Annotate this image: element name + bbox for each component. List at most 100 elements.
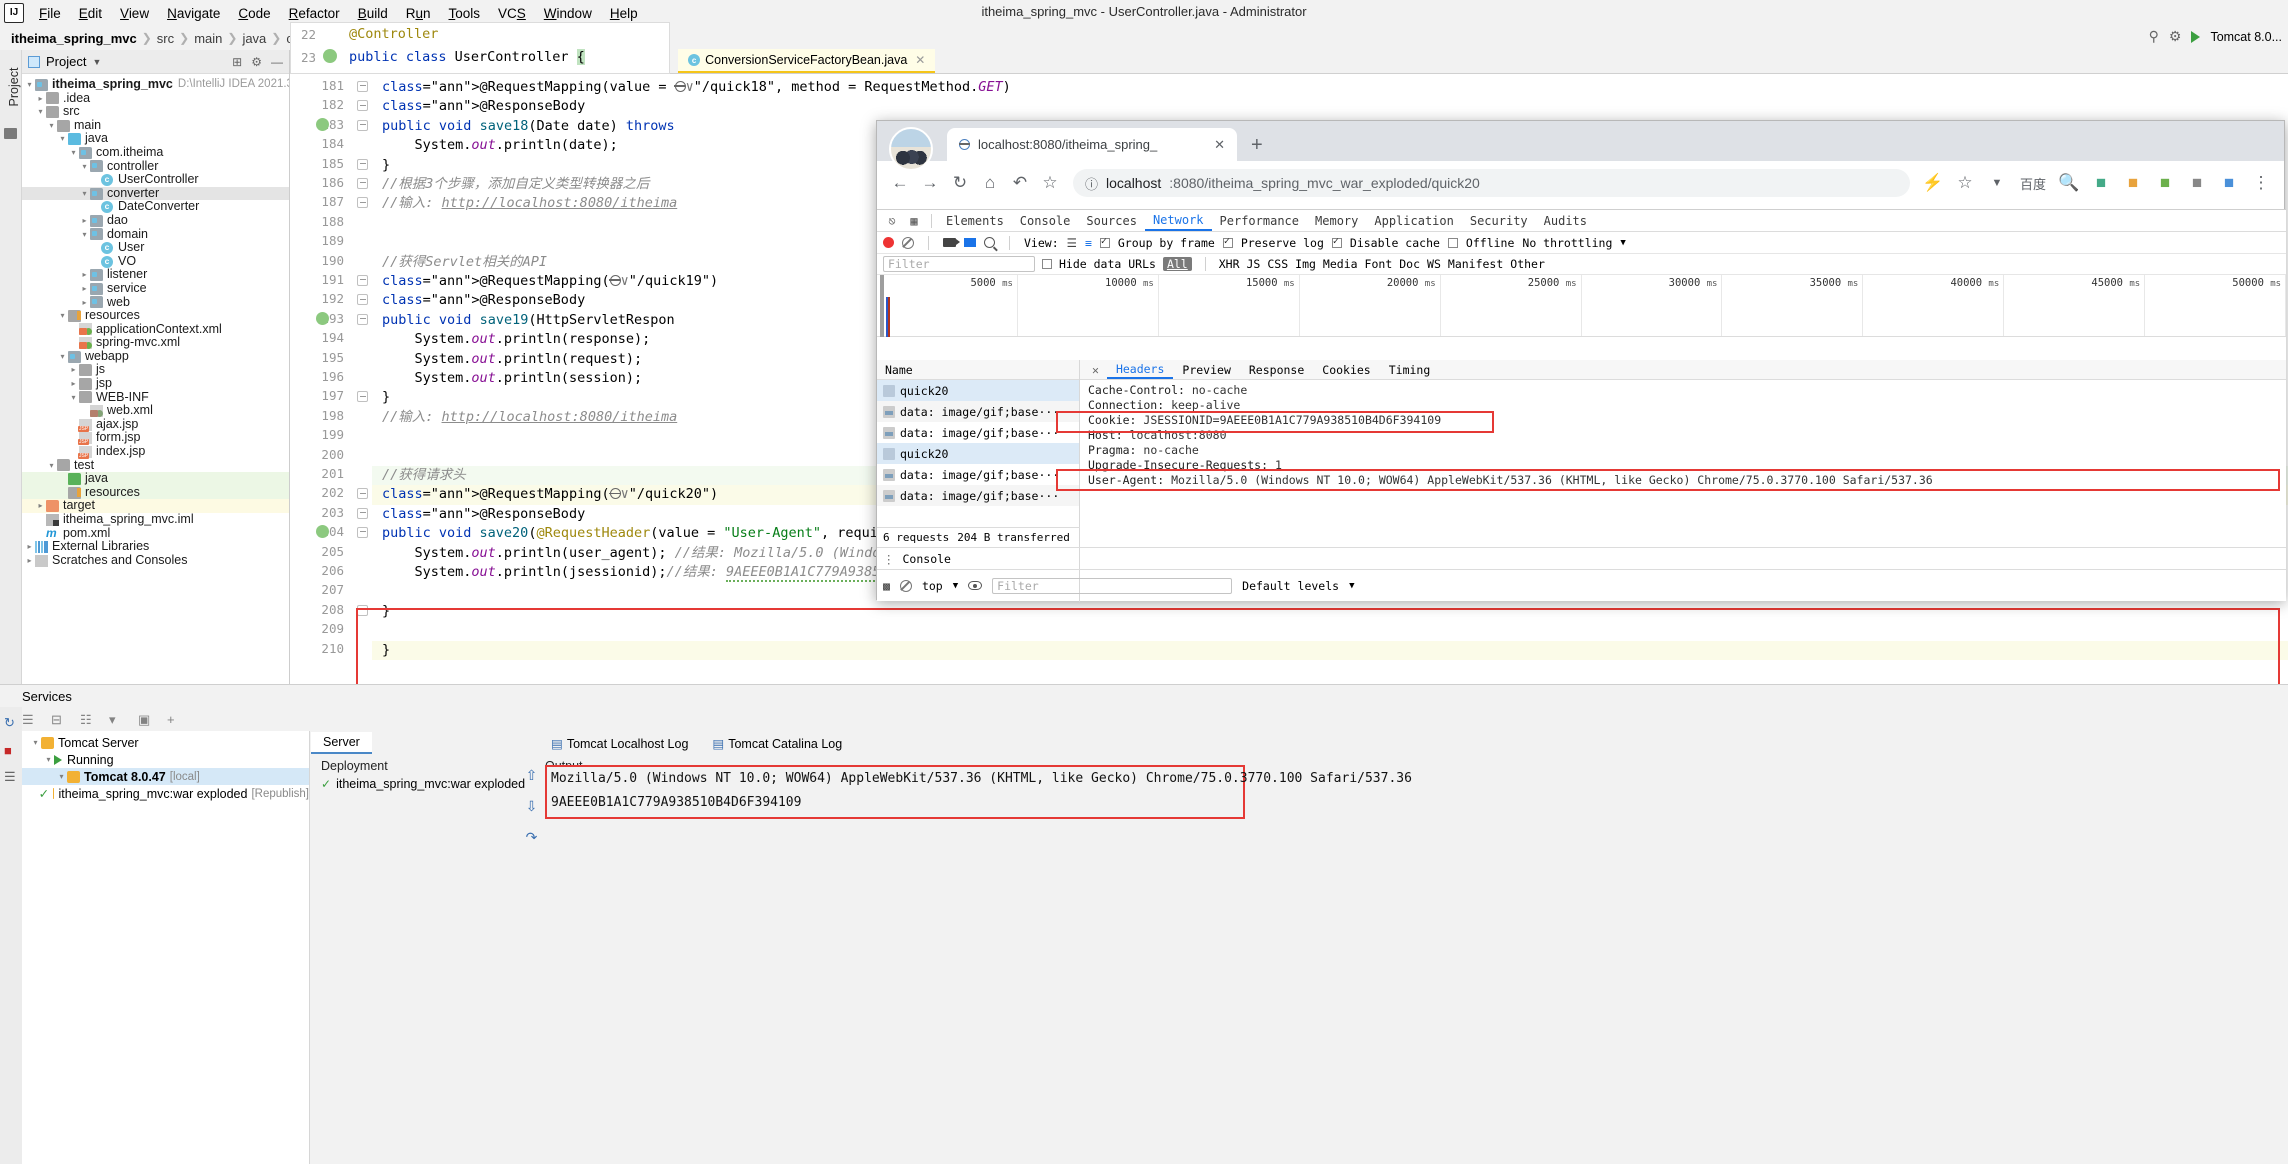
code-line-196[interactable]: System.out.println(session);	[382, 369, 642, 388]
devtools-tab-network[interactable]: Network	[1145, 211, 1212, 231]
network-request-row[interactable]: data: image/gif;base···	[877, 401, 1079, 422]
extension-icon-5[interactable]: ■	[2214, 168, 2244, 198]
network-request-row[interactable]: quick20	[877, 380, 1079, 401]
fold-toggle[interactable]	[357, 100, 368, 111]
tree-item-web-xml[interactable]: web.xml	[22, 404, 289, 418]
type-filter-css[interactable]: CSS	[1267, 257, 1288, 271]
reload-icon[interactable]: ↻	[945, 168, 975, 198]
run-configuration[interactable]: Tomcat 8.0...	[2210, 30, 2282, 44]
tree-expand-arrow[interactable]: ▾	[68, 391, 79, 405]
scroll-up-icon[interactable]: ⇧	[523, 767, 540, 784]
network-timeline[interactable]: 5000 ms10000 ms15000 ms20000 ms25000 ms3…	[877, 275, 2286, 337]
project-tree[interactable]: ▾itheima_spring_mvcD:\IntelliJ IDEA 2021…	[22, 74, 289, 682]
tree-item-ajax-jsp[interactable]: ajax.jsp	[22, 418, 289, 432]
devtools-tab-performance[interactable]: Performance	[1212, 212, 1307, 230]
network-request-row[interactable]: data: image/gif;base···	[877, 485, 1079, 506]
tree-item-test[interactable]: ▾test	[22, 459, 289, 473]
chevron-down-icon[interactable]: ▼	[1982, 168, 2012, 198]
tree-item-target[interactable]: ▸target	[22, 499, 289, 513]
extension-icon-3[interactable]: ■	[2150, 168, 2180, 198]
tree-item-listener[interactable]: ▸listener	[22, 268, 289, 282]
tree-item-resources[interactable]: resources	[22, 486, 289, 500]
chevron-down-icon-2[interactable]: ▼	[1349, 581, 1354, 591]
tree-item-converter[interactable]: ▾converter	[22, 187, 289, 201]
code-line-198[interactable]: //输入: http://localhost:8080/itheima	[382, 408, 677, 427]
settings-icon-2[interactable]: ▣	[138, 712, 153, 727]
detail-tab-response[interactable]: Response	[1240, 362, 1313, 378]
services-tree-item-tomcat-server[interactable]: ▾Tomcat Server	[22, 734, 309, 751]
waterfall-view-icon[interactable]: ≡	[1085, 236, 1092, 250]
disable-cache-checkbox[interactable]	[1332, 238, 1342, 248]
address-bar[interactable]: ⓘ localhost:8080/itheima_spring_mvc_war_…	[1073, 169, 1910, 197]
code-line-184[interactable]: System.out.println(date);	[382, 136, 618, 155]
tree-item-domain[interactable]: ▾domain	[22, 228, 289, 242]
extension-icon-2[interactable]: ■	[2118, 168, 2148, 198]
preserve-log-checkbox[interactable]	[1223, 238, 1233, 248]
close-icon[interactable]: ✕	[915, 53, 925, 67]
tree-expand-arrow[interactable]: ▸	[68, 377, 79, 391]
tree-item-vo[interactable]: cVO	[22, 255, 289, 269]
tree-item-main[interactable]: ▾main	[22, 119, 289, 133]
network-request-row[interactable]: data: image/gif;base···	[877, 464, 1079, 485]
tree-item-js[interactable]: ▸js	[22, 363, 289, 377]
tree-item-resources[interactable]: ▾resources	[22, 309, 289, 323]
code-line-186[interactable]: //根据3个步骤，添加自定义类型转换器之后	[382, 175, 649, 194]
collapse-all-icon[interactable]: ⊞	[232, 55, 242, 69]
tree-item-com-itheima[interactable]: ▾com.itheima	[22, 146, 289, 160]
devtools-tab-application[interactable]: Application	[1366, 212, 1461, 230]
tree-item-external-libraries[interactable]: ▸External Libraries	[22, 540, 289, 554]
run-gutter-icon[interactable]	[316, 312, 329, 325]
code-line-208[interactable]: }	[382, 602, 390, 621]
chrome-menu-icon[interactable]: ⋮	[2246, 168, 2276, 198]
scroll-down-icon[interactable]: ⇩	[523, 798, 540, 815]
tree-expand-arrow[interactable]: ▾	[24, 78, 35, 92]
menu-item-navigate[interactable]: Navigate	[158, 3, 229, 24]
editor-gutter[interactable]: 1811821831841851861871881891901911921931…	[290, 74, 352, 684]
tree-item-jsp[interactable]: ▸jsp	[22, 377, 289, 391]
tree-expand-arrow[interactable]: ▾	[57, 350, 68, 364]
stop-icon[interactable]: ■	[4, 743, 12, 758]
services-expand-arrow[interactable]: ▾	[43, 755, 54, 764]
devtools-tab-audits[interactable]: Audits	[1536, 212, 1595, 230]
baidu-search-label[interactable]: 百度	[2014, 168, 2052, 198]
devtools-tab-console[interactable]: Console	[1012, 212, 1079, 230]
soft-wrap-icon[interactable]: ↷	[523, 829, 540, 846]
live-expression-icon[interactable]	[968, 581, 982, 590]
code-line-210[interactable]: }	[382, 641, 390, 660]
search-icon[interactable]	[984, 237, 995, 248]
tab-tomcat-localhost-log[interactable]: ▤Tomcat Localhost Log	[539, 733, 700, 754]
type-filter-img[interactable]: Img	[1295, 257, 1316, 271]
close-icon[interactable]: ✕	[1214, 137, 1225, 153]
bookmark-star-icon-2[interactable]: ☆	[1950, 168, 1980, 198]
breadcrumb-item-2[interactable]: main	[189, 30, 227, 47]
tree-expand-arrow[interactable]: ▸	[68, 363, 79, 377]
history-icon[interactable]: ↶	[1005, 168, 1035, 198]
expand-icon[interactable]: ☰	[22, 712, 37, 727]
code-line-201[interactable]: //获得请求头	[382, 466, 466, 485]
tree-item-webapp[interactable]: ▾webapp	[22, 350, 289, 364]
fold-toggle[interactable]	[357, 605, 368, 616]
extension-lightning-icon[interactable]: ⚡	[1918, 168, 1948, 198]
capture-screenshots-icon[interactable]	[943, 238, 956, 247]
tree-item-pom-xml[interactable]: mpom.xml	[22, 527, 289, 541]
tree-item-web-inf[interactable]: ▾WEB-INF	[22, 391, 289, 405]
breadcrumb-item-3[interactable]: java	[237, 30, 271, 47]
tree-expand-arrow[interactable]: ▸	[24, 540, 35, 554]
tab-tomcat-catalina-log[interactable]: ▤Tomcat Catalina Log	[700, 733, 854, 754]
home-icon[interactable]: ⌂	[975, 168, 1005, 198]
extension-icon-1[interactable]: ■	[2086, 168, 2116, 198]
code-line-187[interactable]: //输入: http://localhost:8080/itheima	[382, 194, 677, 213]
settings-gear-icon[interactable]: ⚙	[2169, 28, 2182, 45]
tree-expand-arrow[interactable]: ▾	[57, 132, 68, 146]
menu-item-vcs[interactable]: VCS	[489, 3, 535, 24]
editor-fold-column[interactable]	[352, 74, 372, 684]
console-sidebar-icon[interactable]: ▩	[883, 579, 890, 593]
menu-item-refactor[interactable]: Refactor	[280, 3, 349, 24]
menu-item-window[interactable]: Window	[535, 3, 601, 24]
type-filter-js[interactable]: JS	[1247, 257, 1261, 271]
network-request-row[interactable]: quick20	[877, 443, 1079, 464]
hide-data-urls-checkbox[interactable]	[1042, 259, 1052, 269]
services-tree-item-tomcat-8-0-47[interactable]: ▾Tomcat 8.0.47[local]	[22, 768, 309, 785]
tree-item-spring-mvc-xml[interactable]: spring-mvc.xml	[22, 336, 289, 350]
tree-item-src[interactable]: ▾src	[22, 105, 289, 119]
